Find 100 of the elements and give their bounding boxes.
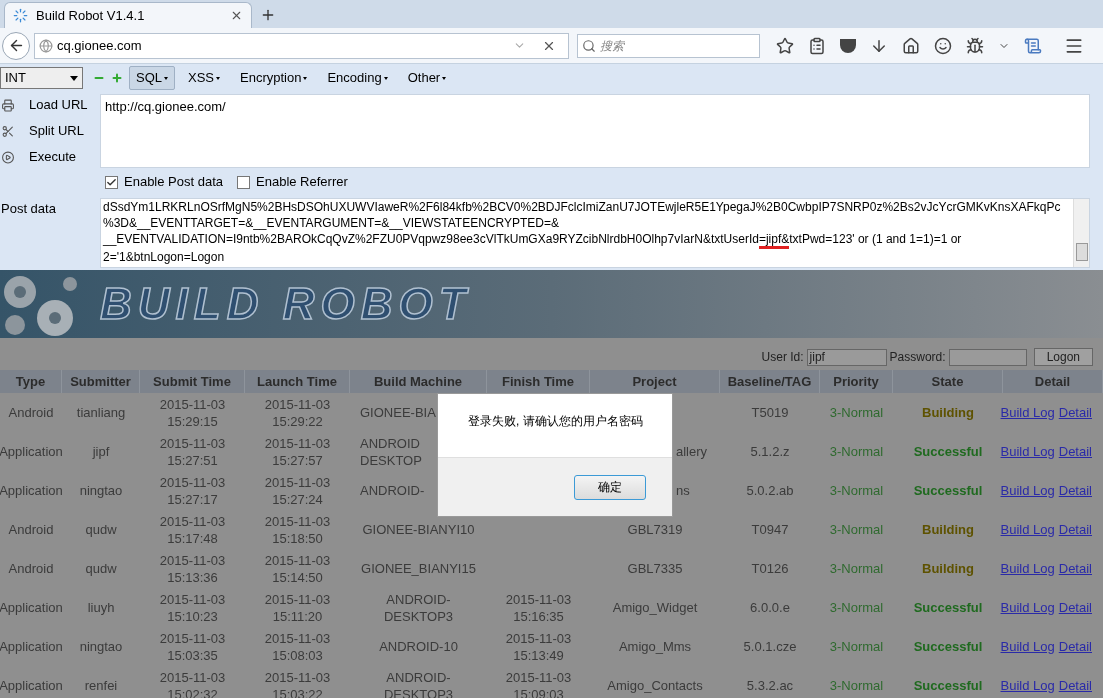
table-cell-text: Application: [0, 443, 62, 461]
table-cell-text: ANDROID- DESKTOP3: [382, 668, 455, 698]
table-cell-text: 5.3.2.ac: [745, 677, 795, 695]
table-cell-text: GBL7319: [626, 521, 684, 539]
table-cell-text: Android: [7, 560, 55, 578]
table-cell-text: tianliang: [75, 404, 127, 422]
status-text: Successful: [912, 598, 984, 617]
table-link[interactable]: Detail: [1058, 597, 1092, 618]
table-cell-text: 3-Normal: [828, 677, 885, 695]
close-icon[interactable]: [230, 9, 243, 22]
table-link[interactable]: Detail: [1058, 636, 1092, 657]
table-link[interactable]: Build Log: [1000, 675, 1055, 696]
smiley-icon[interactable]: [934, 36, 952, 55]
table-link[interactable]: Build Log: [1000, 441, 1055, 462]
logon-button[interactable]: Logon: [1033, 348, 1093, 366]
column-header: Priority: [820, 370, 893, 393]
column-header: Launch Time: [245, 370, 350, 393]
table-cell-text: 2015-11-03 15:11:20: [263, 590, 332, 626]
table-cell-text: 2015-11-03 15:27:17: [158, 473, 227, 509]
url-field[interactable]: http://cq.gionee.com/: [100, 94, 1090, 168]
table-cell: allery: [676, 443, 708, 460]
table-cell-text: Application: [0, 677, 62, 695]
table-cell-text: liuyh: [86, 599, 116, 617]
table-cell-text: renfei: [83, 677, 119, 695]
column-header: Baseline/TAG: [720, 370, 820, 393]
table-cell-text: 2015-11-03 15:10:23: [158, 590, 227, 626]
table-cell-text: 3-Normal: [828, 521, 885, 539]
table-cell-text: 5.0.2.ab: [745, 482, 795, 500]
status-text: Building: [921, 520, 975, 539]
table-cell-text: T0947: [750, 521, 790, 539]
bug-icon[interactable]: [966, 36, 984, 55]
search-icon: [582, 38, 596, 53]
action-icon: [1, 98, 15, 112]
table-cell-text: 2015-11-03 15:17:48: [158, 512, 227, 548]
column-header: Submit Time: [140, 370, 245, 393]
checkbox[interactable]: [105, 175, 118, 189]
table-cell-text: 3-Normal: [828, 443, 885, 461]
table-cell-text: GIONEE_BIANYI15: [360, 560, 477, 578]
menu-button[interactable]: Encryption: [233, 66, 315, 90]
status-text: Building: [921, 559, 975, 578]
menu-button[interactable]: SQL: [129, 66, 175, 90]
action-icon: [1, 150, 15, 164]
table-cell: ANDROID DESKTOP: [360, 434, 422, 469]
new-tab-icon[interactable]: [260, 7, 276, 23]
table-link[interactable]: Build Log: [1000, 636, 1055, 657]
column-header: Type: [0, 370, 62, 393]
address-bar[interactable]: cq.gionee.com: [34, 32, 569, 59]
table-cell-text: ANDROID-10: [378, 638, 459, 656]
table-link[interactable]: Build Log: [1000, 558, 1055, 579]
home-icon[interactable]: [902, 36, 920, 55]
table-cell-text: 2015-11-03 15:02:32: [158, 668, 227, 698]
checkbox-label: Enable Post data: [124, 173, 224, 192]
table-cell-text: 6.0.0.e: [749, 599, 791, 617]
table-link[interactable]: Build Log: [1000, 402, 1055, 423]
table-link[interactable]: Detail: [1058, 558, 1092, 579]
browser-tab[interactable]: Build Robot V1.4.1: [4, 2, 252, 28]
password-field[interactable]: [948, 349, 1027, 366]
action-button[interactable]: Split URL: [29, 121, 84, 141]
table-link[interactable]: Detail: [1058, 441, 1092, 462]
ok-button[interactable]: 确定: [574, 474, 646, 500]
table-cell-text: Amigo_Contacts: [606, 677, 704, 695]
table-link[interactable]: Build Log: [1000, 519, 1055, 540]
reading-list-icon[interactable]: [808, 36, 826, 55]
table-link[interactable]: Detail: [1058, 480, 1092, 501]
table-link[interactable]: Build Log: [1000, 597, 1055, 618]
table-cell-text: ANDROID- DESKTOP3: [382, 590, 455, 626]
table-link[interactable]: Build Log: [1000, 480, 1055, 501]
menu-button[interactable]: Encoding: [320, 66, 395, 90]
search-field[interactable]: 搜索: [577, 33, 760, 58]
table-cell-text: Android: [7, 404, 55, 422]
table-cell-text: 2015-11-03 15:18:50: [263, 512, 332, 548]
table-cell-text: qudw: [84, 560, 118, 578]
table-link[interactable]: Detail: [1058, 675, 1092, 696]
action-button[interactable]: Execute: [29, 147, 76, 167]
table-cell-text: 5.1.2.z: [749, 443, 791, 461]
table-cell-text: GIONEE-BIANYI10: [361, 521, 476, 539]
table-link[interactable]: Detail: [1058, 402, 1092, 423]
table-cell-text: 3-Normal: [828, 560, 885, 578]
pocket-icon[interactable]: [840, 38, 856, 53]
action-icon: [1, 124, 15, 138]
menu-button[interactable]: Other: [400, 66, 454, 90]
table-cell-text: 2015-11-03 15:16:35: [504, 590, 573, 626]
table-link[interactable]: Detail: [1058, 519, 1092, 540]
post-data-label: Post data: [1, 200, 57, 218]
menu-button[interactable]: XSS: [181, 66, 228, 90]
table-cell-text: Application: [0, 482, 62, 500]
scroll-icon[interactable]: [1024, 36, 1042, 55]
table-cell-text: jipf: [91, 443, 111, 461]
bookmark-star-icon[interactable]: [776, 36, 794, 55]
loading-icon: [13, 8, 28, 23]
table-cell-text: Amigo_Mms: [617, 638, 693, 656]
checkbox[interactable]: [237, 175, 251, 189]
table-cell: ANDROID-: [360, 482, 425, 499]
table-cell-text: qudw: [84, 521, 118, 539]
table-cell-text: 2015-11-03 15:03:22: [263, 668, 332, 698]
user-id-field[interactable]: jipf: [806, 349, 887, 366]
banner-title: BUILD ROBOT: [100, 278, 472, 330]
action-button[interactable]: Load URL: [29, 95, 88, 115]
type-dropdown[interactable]: INT: [0, 67, 83, 89]
back-button[interactable]: [2, 31, 30, 60]
